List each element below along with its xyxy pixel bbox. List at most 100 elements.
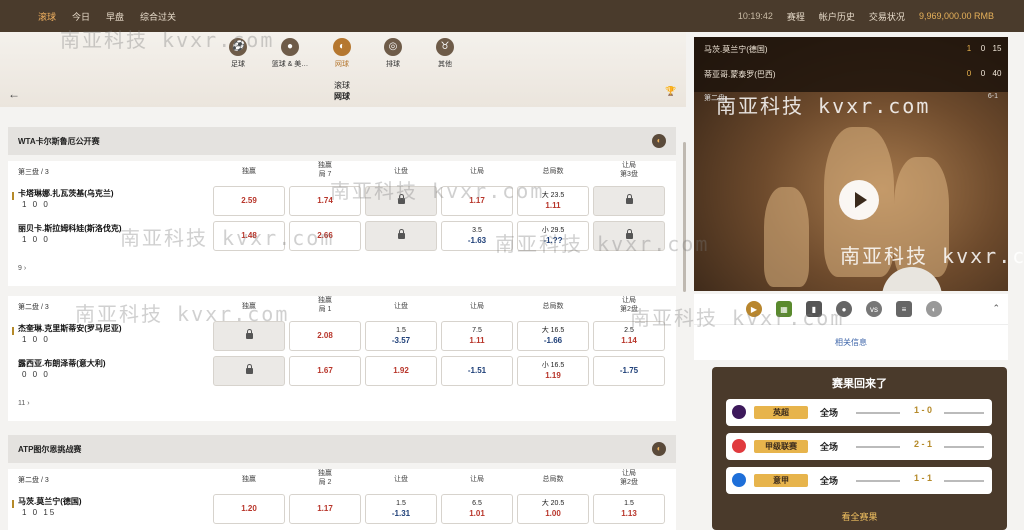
- media-toolbar: ▶ ▦ ▮ ● vs ≡ ◐ ⌃: [694, 294, 1008, 324]
- odds-button[interactable]: 1.67: [289, 356, 361, 386]
- odds-button[interactable]: 1.5 1.13: [593, 494, 665, 524]
- result-row[interactable]: 意甲 全场 1 - 1: [726, 467, 992, 494]
- sport-selector: ⚽ 足球 ● 篮球 & 美… ◐ 网球 ◎ 排球 ♉ 其他 ← 滚球 网球 🏆: [0, 32, 686, 107]
- odds-button[interactable]: 1.17: [441, 186, 513, 216]
- period-label: 全场: [820, 408, 839, 418]
- league-badge: 甲级联赛: [754, 440, 808, 453]
- odds-button[interactable]: 7.5 1.11: [441, 321, 513, 351]
- column-header: 让盘: [394, 168, 408, 175]
- link-account-history[interactable]: 帐户历史: [819, 10, 855, 23]
- versus-icon[interactable]: vs: [866, 301, 882, 317]
- locked-odds-cell: [593, 186, 665, 216]
- odds-line: 1.5: [396, 327, 406, 334]
- odds-button[interactable]: 小 29.5 -1.??: [517, 221, 589, 251]
- odds-line: 大 16.5: [541, 327, 565, 334]
- odds-button[interactable]: -1.75: [593, 356, 665, 386]
- odds-button[interactable]: 1.74: [289, 186, 361, 216]
- divider: [944, 412, 984, 414]
- link-trade-status[interactable]: 交易状况: [869, 10, 905, 23]
- result-row[interactable]: 英超 全场 1 - 0: [726, 399, 992, 426]
- tennis-ball-icon[interactable]: ◐: [926, 301, 942, 317]
- odds-button[interactable]: 2.66: [289, 221, 361, 251]
- odds-button[interactable]: 1.5 -3.57: [365, 321, 437, 351]
- odds-button[interactable]: 1.5 -1.31: [365, 494, 437, 524]
- player-name: 杰奎琳.克里斯蒂安(罗马尼亚): [18, 324, 122, 333]
- set-label: 第二盘 / 3: [18, 477, 49, 484]
- more-markets-link[interactable]: 9 ›: [18, 265, 26, 272]
- microphone-icon[interactable]: ●: [836, 301, 852, 317]
- sport-soccer[interactable]: ⚽ 足球: [208, 38, 268, 69]
- odds-button[interactable]: 大 16.5 -1.66: [517, 321, 589, 351]
- odds-value: 1.01: [469, 509, 485, 518]
- divider: [856, 412, 900, 414]
- odds-button[interactable]: 1.92: [365, 356, 437, 386]
- player-score: 1 0 15: [22, 508, 57, 517]
- divider: [944, 446, 984, 448]
- column-header: 让局: [470, 476, 484, 483]
- league-favorite-icon[interactable]: ◐: [652, 134, 666, 148]
- see-all-results-link[interactable]: 看全赛果: [712, 510, 1007, 523]
- result-row[interactable]: 甲级联赛 全场 2 - 1: [726, 433, 992, 460]
- odds-button[interactable]: 1.20: [213, 494, 285, 524]
- trophy-icon[interactable]: 🏆: [665, 86, 676, 97]
- odds-value: 1.14: [621, 336, 637, 345]
- odds-value: 1.00: [545, 509, 561, 518]
- odds-button[interactable]: 2.08: [289, 321, 361, 351]
- odds-value: 1.17: [317, 504, 333, 513]
- league-name: WTA卡尔斯鲁厄公开赛: [18, 136, 100, 146]
- link-schedule[interactable]: 赛程: [787, 10, 805, 23]
- locked-odds-cell: [213, 356, 285, 386]
- sport-basketball[interactable]: ● 篮球 & 美…: [260, 38, 320, 69]
- period-label: 全场: [820, 442, 839, 452]
- league-name: ATP图尔恩挑战赛: [18, 444, 82, 454]
- odds-button[interactable]: 小 16.5 1.19: [517, 356, 589, 386]
- scoreboard-icon[interactable]: ▦: [776, 301, 792, 317]
- odds-button[interactable]: 6.5 1.01: [441, 494, 513, 524]
- volleyball-icon: ◎: [384, 38, 402, 56]
- odds-value: 1.20: [241, 504, 257, 513]
- locked-odds-cell: [213, 321, 285, 351]
- odds-button[interactable]: 2.5 1.14: [593, 321, 665, 351]
- nav-today[interactable]: 今日: [72, 10, 90, 23]
- sport-volleyball[interactable]: ◎ 排球: [363, 38, 423, 69]
- column-header: 独赢: [242, 303, 256, 310]
- play-button[interactable]: [839, 180, 879, 220]
- column-header: 总局数: [542, 476, 564, 483]
- odds-button[interactable]: 大 23.5 1.11: [517, 186, 589, 216]
- league-header[interactable]: WTA卡尔斯鲁厄公开赛 ◐: [8, 127, 676, 155]
- sport-other[interactable]: ♉ 其他: [415, 38, 475, 69]
- stats-icon[interactable]: ▮: [806, 301, 822, 317]
- odds-button[interactable]: 大 20.5 1.00: [517, 494, 589, 524]
- odds-button[interactable]: 1.17: [289, 494, 361, 524]
- odds-value: -1.??: [543, 236, 563, 245]
- chevron-up-icon[interactable]: ⌃: [992, 303, 1000, 314]
- odds-button[interactable]: 2.59: [213, 186, 285, 216]
- nav-live[interactable]: 滚球: [38, 10, 56, 23]
- league-header[interactable]: ATP图尔恩挑战赛 ◐: [8, 435, 676, 463]
- odds-button[interactable]: 3.5 -1.63: [441, 221, 513, 251]
- lock-icon: [397, 229, 405, 239]
- more-markets-link[interactable]: 11 ›: [18, 400, 30, 407]
- back-arrow-icon[interactable]: ←: [8, 87, 20, 101]
- match-card: 第三盘 / 3 独赢 独赢 局 7 让盘 让局 总局数 让局 第3盘 卡塔琳娜.扎瓦茨基(乌克…: [8, 161, 676, 286]
- result-score: 1 - 0: [913, 405, 932, 415]
- nav-early[interactable]: 早盘: [106, 10, 124, 23]
- odds-value: 1.74: [317, 196, 333, 205]
- results-panel: 赛果回来了 英超 全场 1 - 0 甲级联赛 全场 2 - 1 意甲 全场 1 - 1 看全赛果: [712, 367, 1007, 530]
- league-favorite-icon[interactable]: ◐: [652, 442, 666, 456]
- odds-button[interactable]: 1.48: [213, 221, 285, 251]
- player-name: 丽贝卡.斯拉姆科娃(斯洛伐克): [18, 224, 122, 233]
- match-card: 第二盘 / 3 独赢 独赢 局 1 让盘 让局 总局数 让局 第2盘 杰奎琳.克里斯蒂安(罗马…: [8, 296, 676, 421]
- related-info-link[interactable]: 相关信息: [694, 324, 1008, 360]
- odds-value: 1.48: [241, 231, 257, 240]
- odds-line: 3.5: [472, 227, 482, 234]
- other-icon: ♉: [436, 38, 454, 56]
- play-icon[interactable]: ▶: [746, 301, 762, 317]
- live-video[interactable]: 马茨.莫兰宁(德国) 1 0 15 蒂亚哥.蒙泰罗(巴西) 0 0 40 第二盘…: [694, 37, 1008, 291]
- scoreboard: 马茨.莫兰宁(德国) 1 0 15 蒂亚哥.蒙泰罗(巴西) 0 0 40: [694, 37, 1008, 92]
- period-label: 全场: [820, 476, 839, 486]
- odds-value: 2.66: [317, 231, 333, 240]
- odds-button[interactable]: -1.51: [441, 356, 513, 386]
- nav-parlay[interactable]: 综合过关: [140, 10, 176, 23]
- list-icon[interactable]: ≡: [896, 301, 912, 317]
